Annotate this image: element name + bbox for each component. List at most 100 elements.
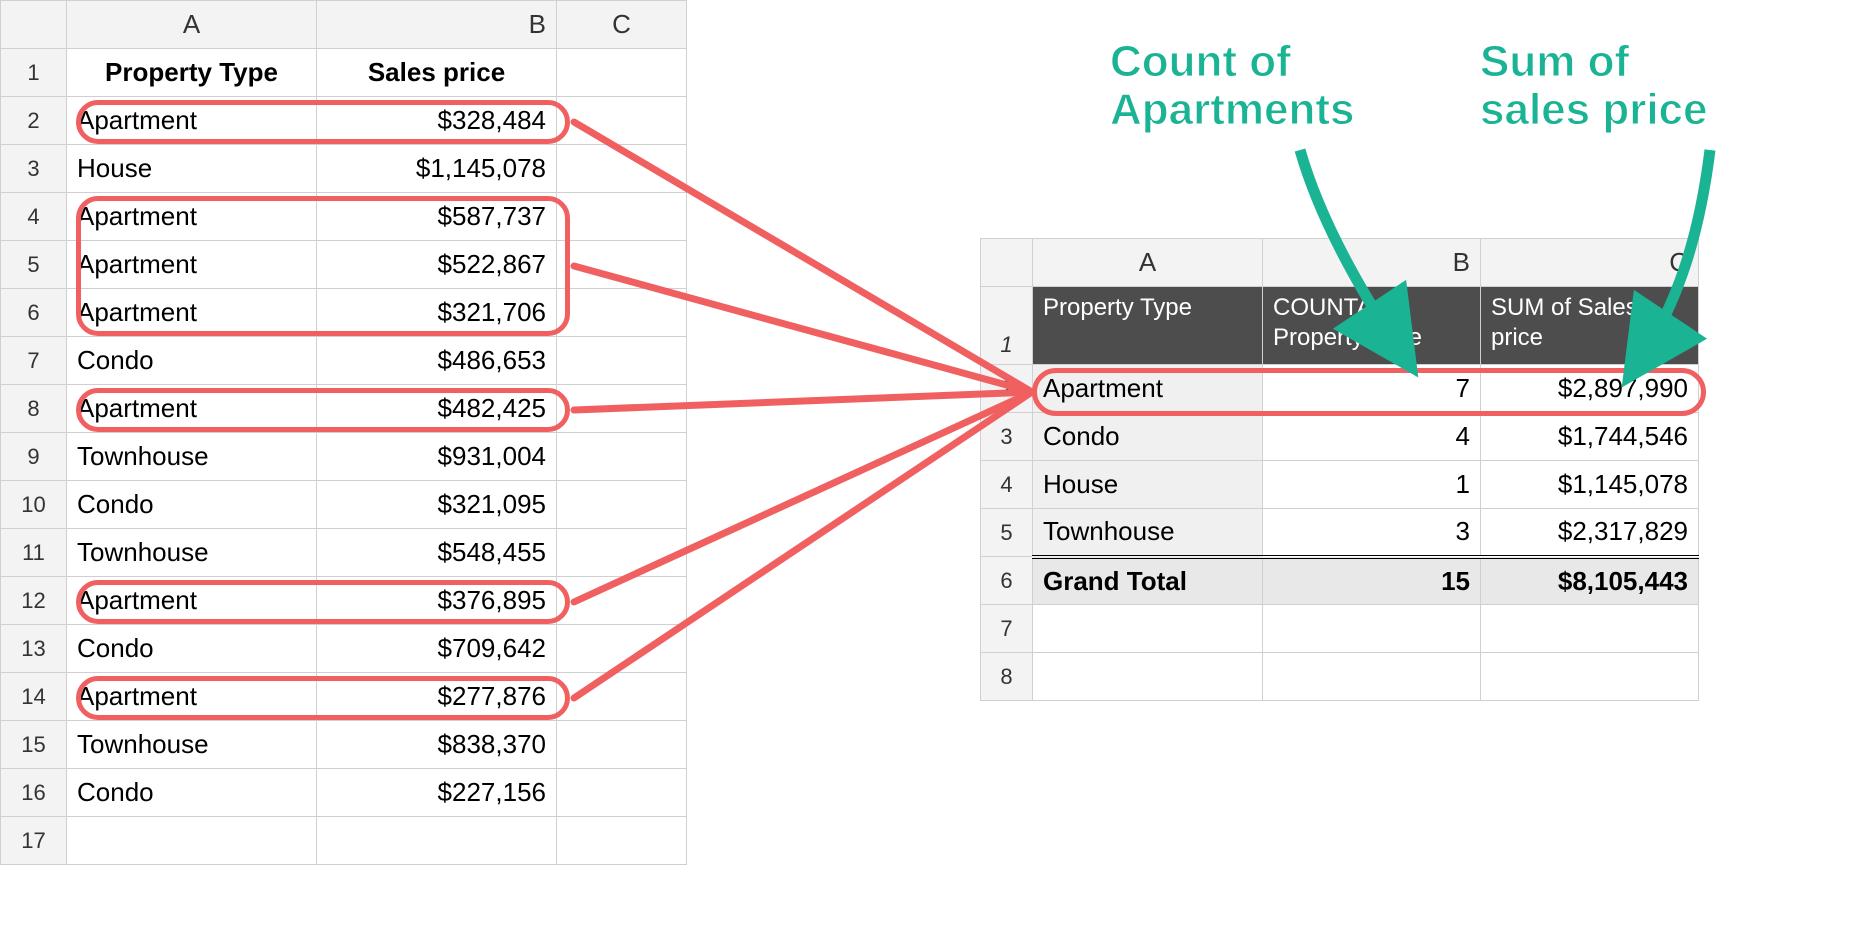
cell-property-type[interactable]: Townhouse — [67, 529, 317, 577]
pivot-sum[interactable]: $2,897,990 — [1481, 365, 1699, 413]
cell[interactable] — [557, 529, 687, 577]
cell-sales-price[interactable]: $548,455 — [317, 529, 557, 577]
pivot-sum[interactable]: $1,145,078 — [1481, 461, 1699, 509]
cell-sales-price[interactable]: $931,004 — [317, 433, 557, 481]
row-header[interactable]: 12 — [1, 577, 67, 625]
cell-property-type[interactable]: Apartment — [67, 193, 317, 241]
row-header[interactable]: 4 — [1, 193, 67, 241]
row-header[interactable]: 8 — [1, 385, 67, 433]
cell[interactable] — [557, 721, 687, 769]
row-header[interactable]: 4 — [981, 461, 1033, 509]
pivot-header-counta[interactable]: COUNTA of Property Type — [1263, 287, 1481, 365]
cell-property-type[interactable] — [67, 817, 317, 865]
cell-property-type[interactable]: Apartment — [67, 577, 317, 625]
cell-property-type[interactable]: Condo — [67, 625, 317, 673]
row-header[interactable]: 6 — [1, 289, 67, 337]
cell[interactable] — [557, 193, 687, 241]
row-header[interactable]: 9 — [1, 433, 67, 481]
cell[interactable] — [1481, 605, 1699, 653]
cell-sales-price[interactable]: $709,642 — [317, 625, 557, 673]
cell[interactable] — [1033, 605, 1263, 653]
cell[interactable] — [557, 481, 687, 529]
cell-property-type[interactable]: Apartment — [67, 673, 317, 721]
grand-total-count[interactable]: 15 — [1263, 557, 1481, 605]
cell-property-type[interactable]: Apartment — [67, 289, 317, 337]
cell-sales-price[interactable]: $522,867 — [317, 241, 557, 289]
col-header-B[interactable]: B — [317, 1, 557, 49]
row-header[interactable]: 7 — [981, 605, 1033, 653]
cell-sales-price[interactable]: $321,095 — [317, 481, 557, 529]
pivot-count[interactable]: 4 — [1263, 413, 1481, 461]
row-header[interactable]: 7 — [1, 337, 67, 385]
grand-total-sum[interactable]: $8,105,443 — [1481, 557, 1699, 605]
cell[interactable] — [557, 49, 687, 97]
cell[interactable] — [557, 769, 687, 817]
cell[interactable] — [1481, 653, 1699, 701]
pivot-header-property-type[interactable]: Property Type — [1033, 287, 1263, 365]
source-data-table[interactable]: A B C 1 Property Type Sales price 2Apart… — [0, 0, 687, 865]
col-header-A[interactable]: A — [67, 1, 317, 49]
cell[interactable] — [557, 673, 687, 721]
cell-property-type[interactable]: Apartment — [67, 385, 317, 433]
cell[interactable] — [557, 385, 687, 433]
cell-sales-price[interactable]: $1,145,078 — [317, 145, 557, 193]
pivot-row-label[interactable]: Townhouse — [1033, 509, 1263, 557]
cell[interactable] — [557, 241, 687, 289]
cell[interactable] — [557, 625, 687, 673]
cell-sales-price[interactable]: $376,895 — [317, 577, 557, 625]
cell-sales-price[interactable] — [317, 817, 557, 865]
row-header[interactable]: 2 — [1, 97, 67, 145]
cell-sales-price[interactable]: $321,706 — [317, 289, 557, 337]
row-header[interactable]: 10 — [1, 481, 67, 529]
grand-total-label[interactable]: Grand Total — [1033, 557, 1263, 605]
row-header[interactable]: 11 — [1, 529, 67, 577]
cell[interactable] — [557, 145, 687, 193]
cell-sales-price[interactable]: $838,370 — [317, 721, 557, 769]
row-header[interactable]: 1 — [1, 49, 67, 97]
pivot-row-label[interactable]: Condo — [1033, 413, 1263, 461]
cell-sales-price[interactable]: $277,876 — [317, 673, 557, 721]
row-header[interactable]: 2 — [981, 365, 1033, 413]
cell-property-type[interactable]: Condo — [67, 337, 317, 385]
cell[interactable] — [1033, 653, 1263, 701]
cell[interactable] — [557, 577, 687, 625]
cell[interactable] — [557, 433, 687, 481]
pivot-header-sum[interactable]: SUM of Sales price — [1481, 287, 1699, 365]
row-header[interactable]: 5 — [981, 509, 1033, 557]
pivot-row-label[interactable]: Apartment — [1033, 365, 1263, 413]
row-header[interactable]: 3 — [981, 413, 1033, 461]
row-header[interactable]: 5 — [1, 241, 67, 289]
row-header[interactable]: 3 — [1, 145, 67, 193]
cell[interactable] — [557, 289, 687, 337]
col-header-B[interactable]: B — [1263, 239, 1481, 287]
col-header-C[interactable]: C — [557, 1, 687, 49]
pivot-sum[interactable]: $1,744,546 — [1481, 413, 1699, 461]
row-header[interactable]: 17 — [1, 817, 67, 865]
pivot-count[interactable]: 1 — [1263, 461, 1481, 509]
row-header[interactable]: 16 — [1, 769, 67, 817]
cell-property-type[interactable]: Townhouse — [67, 433, 317, 481]
cell-property-type[interactable]: House — [67, 145, 317, 193]
col-header-A[interactable]: A — [1033, 239, 1263, 287]
cell-sales-price[interactable]: $486,653 — [317, 337, 557, 385]
cell-sales-price[interactable]: $482,425 — [317, 385, 557, 433]
cell-property-type[interactable]: Condo — [67, 481, 317, 529]
header-sales-price[interactable]: Sales price — [317, 49, 557, 97]
cell[interactable] — [1263, 653, 1481, 701]
row-header[interactable]: 6 — [981, 557, 1033, 605]
row-header[interactable]: 1 — [981, 287, 1033, 365]
cell-property-type[interactable]: Apartment — [67, 241, 317, 289]
corner-cell[interactable] — [981, 239, 1033, 287]
cell[interactable] — [557, 337, 687, 385]
pivot-sum[interactable]: $2,317,829 — [1481, 509, 1699, 557]
row-header[interactable]: 13 — [1, 625, 67, 673]
row-header[interactable]: 15 — [1, 721, 67, 769]
cell-property-type[interactable]: Condo — [67, 769, 317, 817]
pivot-table[interactable]: A B C 1 Property Type COUNTA of Property… — [980, 238, 1699, 701]
pivot-row-label[interactable]: House — [1033, 461, 1263, 509]
col-header-C[interactable]: C — [1481, 239, 1699, 287]
row-header[interactable]: 14 — [1, 673, 67, 721]
cell-sales-price[interactable]: $587,737 — [317, 193, 557, 241]
pivot-count[interactable]: 7 — [1263, 365, 1481, 413]
header-property-type[interactable]: Property Type — [67, 49, 317, 97]
